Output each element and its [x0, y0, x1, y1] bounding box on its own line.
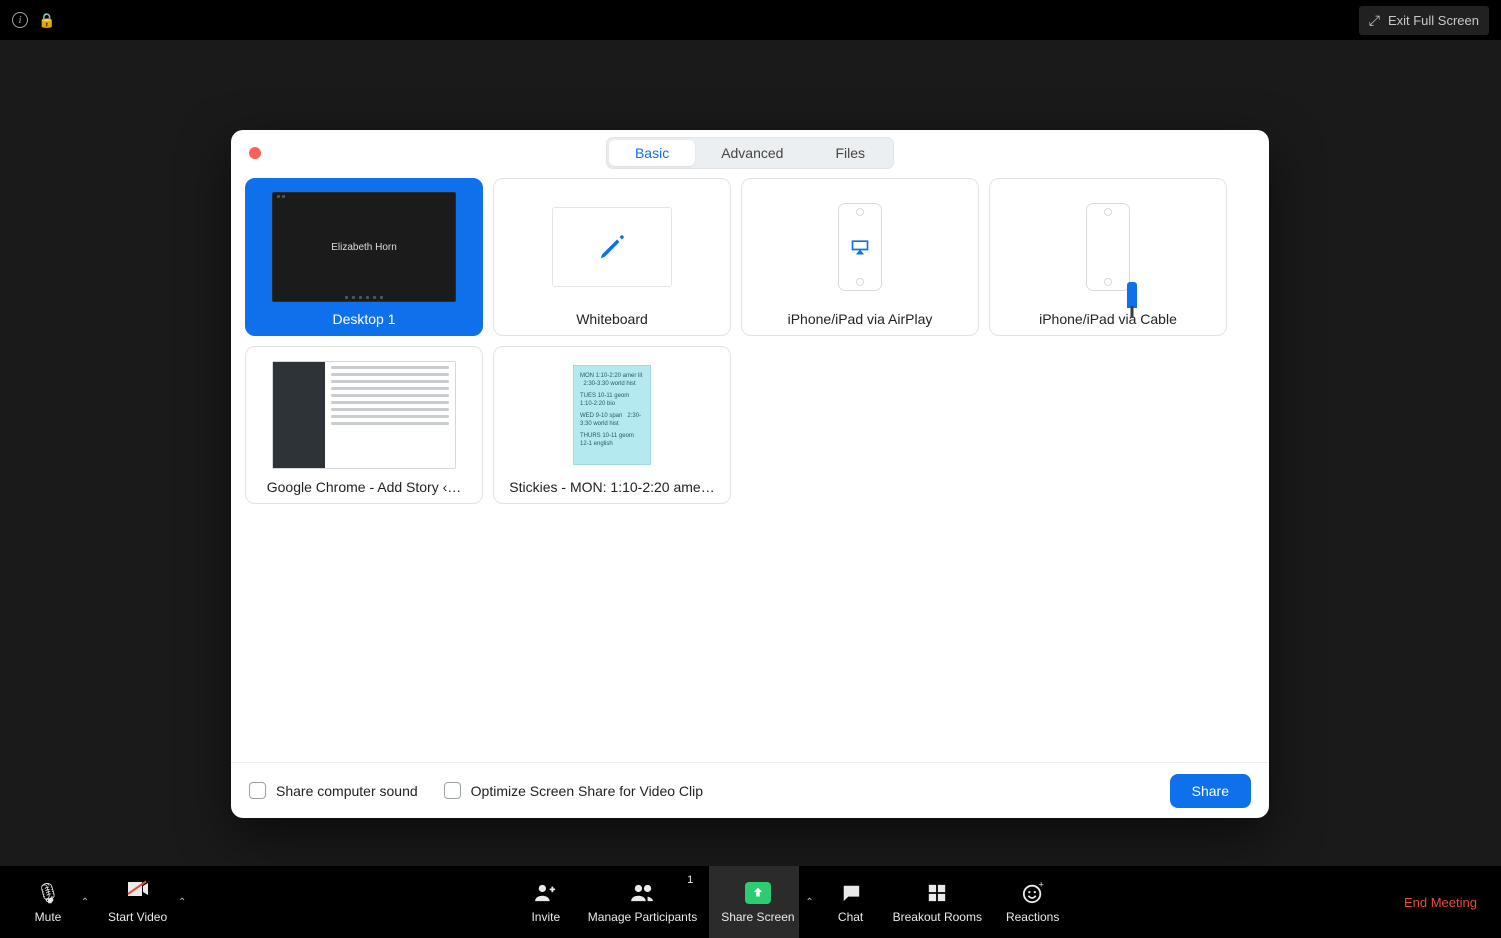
video-off-icon — [126, 880, 150, 906]
reactions-icon: + — [1022, 880, 1044, 906]
share-button[interactable]: Share — [1170, 774, 1251, 808]
share-tabs: Basic Advanced Files — [606, 137, 894, 169]
breakout-rooms-icon — [927, 880, 947, 906]
share-source-whiteboard[interactable]: Whiteboard — [493, 178, 731, 336]
exit-full-screen-button[interactable]: ⤢ Exit Full Screen — [1359, 6, 1489, 35]
titlebar-left: i 🔒 — [12, 12, 55, 29]
checkbox-label: Share computer sound — [276, 783, 418, 799]
chat-icon — [840, 880, 862, 906]
tab-files[interactable]: Files — [809, 140, 891, 166]
cable-thumbnail — [998, 189, 1218, 305]
share-source-airplay[interactable]: iPhone/iPad via AirPlay — [741, 178, 979, 336]
share-screen-dialog: Basic Advanced Files Elizabeth Horn Desk… — [231, 130, 1269, 818]
share-source-grid: Elizabeth Horn Desktop 1 Whiteboard — [245, 178, 1255, 504]
share-source-label: Whiteboard — [502, 305, 722, 327]
airplay-icon — [850, 238, 870, 256]
share-source-desktop-1[interactable]: Elizabeth Horn Desktop 1 — [245, 178, 483, 336]
close-button[interactable] — [249, 147, 261, 159]
exit-full-screen-label: Exit Full Screen — [1388, 13, 1479, 28]
dialog-header: Basic Advanced Files — [231, 130, 1269, 176]
invite-button[interactable]: Invite — [516, 866, 576, 938]
share-screen-icon — [745, 880, 771, 906]
end-meeting-button[interactable]: End Meeting — [1394, 866, 1487, 938]
reactions-button[interactable]: + Reactions — [994, 866, 1071, 938]
chrome-window-thumbnail — [254, 357, 474, 473]
share-source-label: iPhone/iPad via Cable — [998, 305, 1218, 327]
checkbox-optimize-video[interactable]: Optimize Screen Share for Video Clip — [444, 782, 703, 799]
whiteboard-thumbnail — [502, 189, 722, 305]
share-source-cable[interactable]: iPhone/iPad via Cable — [989, 178, 1227, 336]
checkbox-box — [444, 782, 461, 799]
audio-options-caret[interactable]: ⌃ — [74, 866, 96, 938]
share-screen-button[interactable]: Share Screen — [709, 866, 798, 938]
desktop-1-thumbnail: Elizabeth Horn — [254, 189, 474, 305]
meeting-toolbar: 🎙 Mute ⌃ Start Video ⌃ Invite 1 Manage P… — [0, 866, 1501, 938]
share-source-label: Google Chrome - Add Story ‹… — [254, 473, 474, 495]
microphone-icon: 🎙 — [35, 880, 60, 906]
participants-icon — [630, 880, 656, 906]
invite-icon — [535, 880, 557, 906]
chat-button[interactable]: Chat — [821, 866, 881, 938]
share-source-label: Stickies - MON: 1:10-2:20 ame… — [502, 473, 722, 495]
share-source-stickies-window[interactable]: MON 1:10-2:20 amer lit 2:30-3:30 world h… — [493, 346, 731, 504]
tab-basic[interactable]: Basic — [609, 140, 695, 166]
encryption-lock-icon[interactable]: 🔒 — [38, 12, 55, 29]
desktop-participant-name: Elizabeth Horn — [331, 242, 397, 253]
mute-button[interactable]: 🎙 Mute — [14, 866, 74, 938]
participant-count: 1 — [687, 874, 693, 886]
stickies-window-thumbnail: MON 1:10-2:20 amer lit 2:30-3:30 world h… — [502, 357, 722, 473]
checkbox-label: Optimize Screen Share for Video Clip — [471, 783, 703, 799]
checkbox-share-sound[interactable]: Share computer sound — [249, 782, 418, 799]
checkbox-box — [249, 782, 266, 799]
info-icon[interactable]: i — [12, 12, 28, 28]
manage-participants-button[interactable]: 1 Manage Participants — [576, 866, 709, 938]
share-source-label: Desktop 1 — [254, 305, 474, 327]
start-video-button[interactable]: Start Video — [96, 866, 171, 938]
svg-text:+: + — [1038, 882, 1043, 890]
airplay-thumbnail — [750, 189, 970, 305]
tab-advanced[interactable]: Advanced — [695, 140, 809, 166]
cable-connector-icon — [1127, 282, 1137, 308]
share-source-chrome-window[interactable]: Google Chrome - Add Story ‹… — [245, 346, 483, 504]
video-options-caret[interactable]: ⌃ — [171, 866, 193, 938]
dialog-footer: Share computer sound Optimize Screen Sha… — [231, 762, 1269, 818]
titlebar: i 🔒 ⤢ Exit Full Screen — [0, 0, 1501, 40]
pencil-icon — [597, 232, 627, 262]
breakout-rooms-button[interactable]: Breakout Rooms — [881, 866, 994, 938]
share-source-label: iPhone/iPad via AirPlay — [750, 305, 970, 327]
dialog-body: Elizabeth Horn Desktop 1 Whiteboard — [231, 176, 1269, 762]
share-options-caret[interactable]: ⌃ — [799, 866, 821, 938]
collapse-icon: ⤢ — [1369, 12, 1380, 29]
